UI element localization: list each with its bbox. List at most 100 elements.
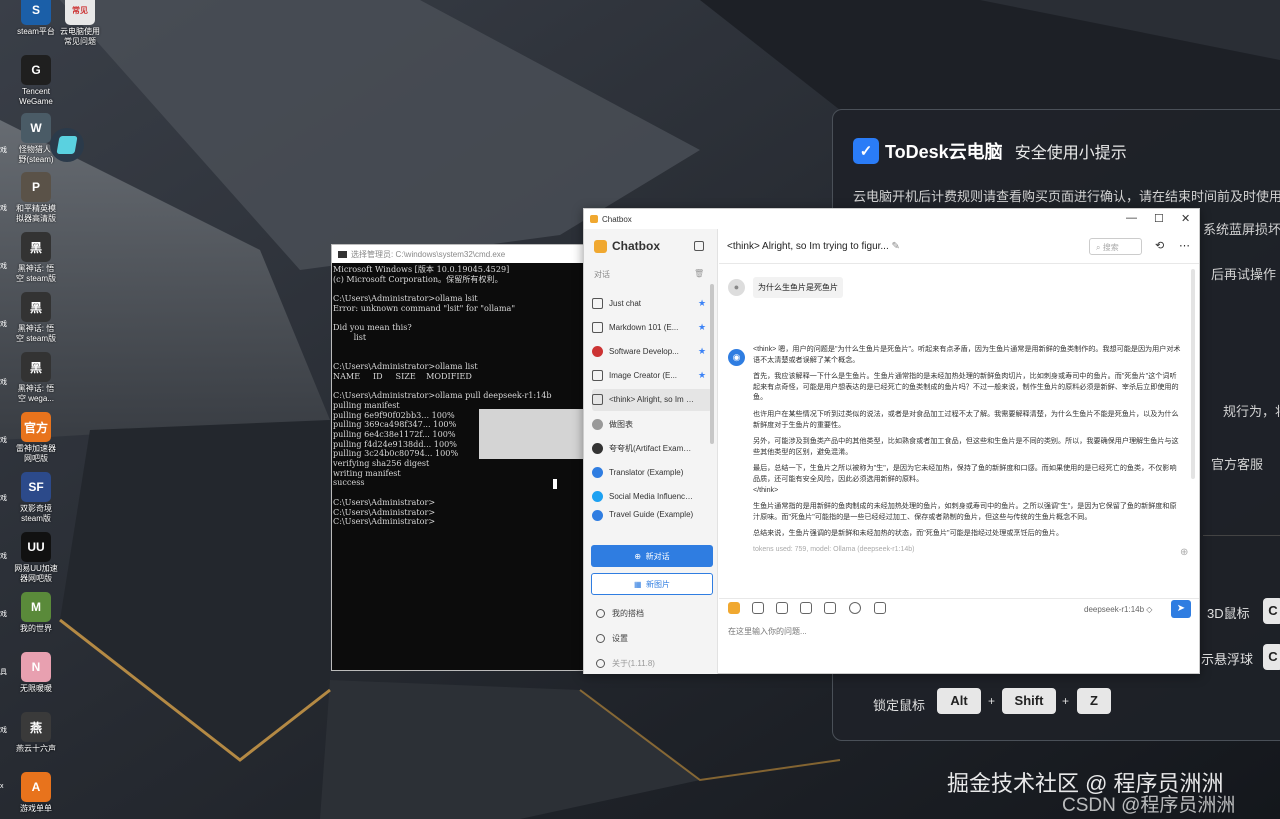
app-icon: SF	[21, 472, 51, 502]
chat-title[interactable]: <think> Alright, so Im trying to figur..…	[727, 241, 900, 252]
assistant-paragraph: 首先，我应该解释一下什么是生鱼片。生鱼片通常指的是未经加热处理的新鲜鱼肉切片，比…	[753, 372, 1179, 402]
app-icon: UU	[21, 532, 51, 562]
hotkey-float-key[interactable]: C	[1263, 644, 1280, 670]
conversation-settings-icon[interactable]	[728, 602, 740, 614]
key-z[interactable]: Z	[1077, 688, 1111, 714]
edit-icon[interactable]: ✎	[892, 241, 900, 252]
conversation-item[interactable]: Just chat ★	[592, 292, 712, 314]
new-image-label: 新图片	[646, 579, 670, 589]
clear-trash-icon[interactable]: 🗑	[694, 269, 704, 278]
conversation-item[interactable]: 夸夸机(Artifact Example)	[592, 437, 712, 459]
plus-sign: +	[988, 694, 996, 708]
search-input[interactable]: ⌕ 搜索	[1089, 238, 1142, 255]
desktop-icon-label: 网易UU加速 器网吧版	[14, 564, 58, 583]
sidebar-toggle-icon[interactable]	[694, 241, 704, 251]
globe-icon[interactable]	[849, 602, 861, 614]
model-selector[interactable]: deepseek-r1:14b ◇	[1084, 605, 1152, 614]
image-icon[interactable]	[776, 602, 788, 614]
minimize-button[interactable]: —	[1126, 212, 1137, 224]
desktop-icon-label: Tencent WeGame	[19, 87, 53, 106]
chatbox-titlebar[interactable]: Chatbox — ☐ ✕	[584, 209, 1199, 229]
conversation-item[interactable]: 做图表	[592, 413, 712, 435]
desktop-icon-label: 我的世界	[20, 624, 52, 633]
eraser-icon[interactable]	[752, 602, 764, 614]
send-button[interactable]: ➤	[1171, 600, 1191, 618]
key-alt[interactable]: Alt	[937, 688, 981, 714]
more-icon[interactable]: ⋯	[1179, 239, 1190, 252]
desktop-icon[interactable]: 常见 云电脑使用 常见问题	[58, 0, 102, 47]
conversation-title: Image Creator (E...	[609, 371, 678, 381]
desktop-icon[interactable]: 黑黑神话: 悟 空 wega...	[14, 352, 58, 404]
desktop-icon[interactable]: 燕燕云十六声	[14, 712, 58, 754]
conversation-item[interactable]: <think> Alright, so Im tr...	[592, 388, 712, 411]
conversation-title: <think> Alright, so Im tr...	[609, 395, 695, 405]
desktop-icon[interactable]: G Tencent WeGame	[14, 55, 58, 107]
conversation-title: Travel Guide (Example)	[609, 509, 694, 519]
tools-icon[interactable]	[874, 602, 886, 614]
star-icon[interactable]: ★	[698, 370, 706, 381]
conversation-icon	[592, 418, 603, 430]
desktop-icon[interactable]: Ssteam平台	[14, 0, 58, 37]
star-icon[interactable]: ★	[698, 322, 706, 333]
desktop-icon[interactable]: M 我的世界	[14, 592, 58, 634]
hotkey-lock-label: 锁定鼠标	[873, 698, 926, 713]
new-image-button[interactable]: ▦ 新图片	[591, 573, 713, 595]
conversation-item[interactable]: Social Media Influence...	[592, 486, 712, 508]
conversation-icon	[592, 370, 603, 382]
conversation-item[interactable]: Markdown 101 (E... ★	[592, 316, 712, 338]
conversation-item[interactable]: Travel Guide (Example)	[592, 509, 712, 522]
folder-icon[interactable]	[800, 602, 812, 614]
cut-off-icon-label: 戏	[0, 611, 7, 618]
floating-assistant-icon[interactable]	[50, 128, 84, 162]
chatbox-logo-icon	[594, 239, 607, 253]
cmd-titlebar[interactable]: 选择管理员: C:\windows\system32\cmd.exe	[332, 245, 586, 263]
new-chat-button[interactable]: ⊕ 新对话	[591, 545, 713, 567]
partners-link[interactable]: 我的搭档	[596, 608, 644, 619]
conversation-title: Social Media Influence...	[609, 492, 695, 502]
search-placeholder: 搜索	[1102, 243, 1119, 252]
hotkey-3d-mouse-key[interactable]: C	[1263, 598, 1280, 624]
app-icon: 燕	[21, 712, 51, 742]
conversation-item[interactable]: Image Creator (E... ★	[592, 365, 712, 387]
conversation-icon	[592, 321, 603, 333]
conversation-item[interactable]: Translator (Example)	[592, 461, 712, 483]
desktop-icon[interactable]: P 和平精英模 拟器高清版	[14, 172, 58, 224]
cut-off-icon-label: 戏	[0, 437, 7, 444]
desktop-icon[interactable]: A 游戏单单	[14, 772, 58, 814]
desktop-icon[interactable]: UU 网易UU加速 器网吧版	[14, 532, 58, 584]
history-icon[interactable]: ⟲	[1155, 239, 1164, 252]
desktop-icon-label: 无限暖暖	[20, 684, 52, 693]
star-icon[interactable]: ★	[698, 298, 706, 309]
close-button[interactable]: ✕	[1181, 212, 1190, 225]
partners-label: 我的搭档	[612, 609, 644, 618]
hotkey-3d-mouse-label: 3D鼠标	[1207, 606, 1250, 621]
todesk-logo-icon: ✓	[853, 138, 879, 164]
settings-link[interactable]: 设置	[596, 633, 628, 644]
cmd-overlay-box	[479, 409, 583, 459]
link-icon[interactable]	[824, 602, 836, 614]
cmd-icon	[338, 250, 347, 258]
scroll-up-icon[interactable]: ⊕	[1180, 547, 1188, 558]
desktop-icon[interactable]: 官方 雷神加速器 网吧版	[14, 412, 58, 464]
desktop-icon[interactable]: 黑黑神话: 悟 空 steam版	[14, 292, 58, 344]
desktop-icon[interactable]: N 无限暖暖	[14, 652, 58, 694]
assistant-avatar-icon: ◉	[728, 349, 745, 366]
desktop-icon-label: 游戏单单	[20, 804, 52, 813]
cmd-output[interactable]: Microsoft Windows [版本 10.0.19045.4529] (…	[332, 263, 586, 529]
desktop-icon-label: 云电脑使用 常见问题	[60, 27, 100, 46]
sidebar-scrollbar[interactable]	[710, 284, 714, 444]
about-link[interactable]: 关于(1.11.8)	[596, 658, 655, 669]
desktop-icon[interactable]: SF 双影奇境 steam版	[14, 472, 58, 524]
chat-scrollbar[interactable]	[1191, 269, 1195, 479]
message-input[interactable]: 在这里输入你的问题...	[728, 626, 1168, 637]
star-icon[interactable]: ★	[698, 346, 706, 357]
cut-off-icon-label: x	[0, 783, 4, 790]
desktop-icon[interactable]: 黑黑神话: 悟 空 steam版	[14, 232, 58, 284]
chatbox-app-icon	[590, 215, 598, 223]
chatbox-window[interactable]: Chatbox — ☐ ✕ Chatbox 对话 🗑 Just chat ★ Mar…	[583, 208, 1200, 674]
conversation-item[interactable]: Software Develop... ★	[592, 340, 712, 362]
maximize-button[interactable]: ☐	[1154, 212, 1164, 225]
app-icon: 官方	[21, 412, 51, 442]
section-label: 对话	[594, 270, 610, 279]
key-shift[interactable]: Shift	[1002, 688, 1056, 714]
